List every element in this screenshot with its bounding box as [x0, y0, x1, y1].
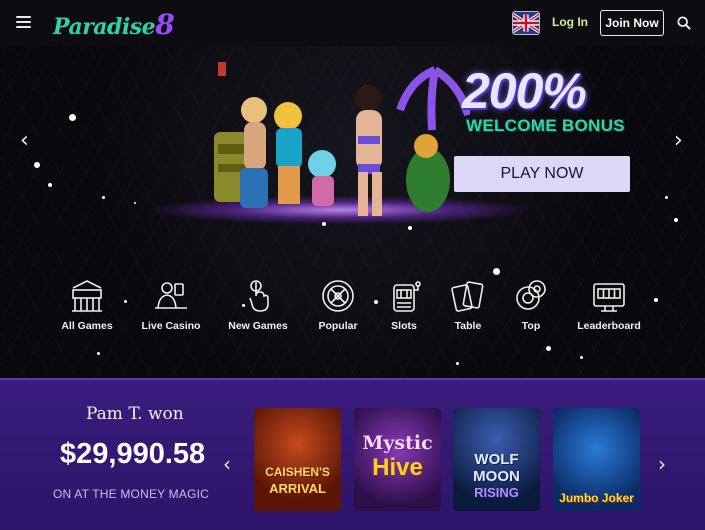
star-dot — [674, 218, 678, 222]
winner-amount: $29,990.58 — [60, 438, 206, 470]
category-label: New Games — [228, 320, 288, 332]
category-nav: All Games Live Casino New Games Popular … — [0, 278, 705, 338]
search-icon[interactable] — [677, 16, 691, 30]
top-header: Paradise8 Log In Join Now — [0, 0, 705, 46]
star-dot — [580, 356, 583, 359]
category-all-games[interactable]: All Games — [47, 278, 127, 332]
game-title-line: Hive — [372, 454, 423, 481]
recent-winners-strip: Pam T. won $29,990.58 ON AT THE MONEY MA… — [0, 378, 705, 530]
winner-game-name: ON AT THE MONEY MAGIC — [53, 487, 210, 501]
category-label: All Games — [61, 320, 113, 332]
games-next-arrow-icon[interactable]: › — [658, 454, 666, 474]
category-new-games[interactable]: New Games — [218, 278, 298, 332]
logo-suffix: 8 — [155, 8, 175, 41]
star-dot — [493, 268, 500, 275]
hamburger-menu-icon[interactable] — [16, 16, 31, 28]
category-label: Slots — [391, 320, 417, 332]
game-tile-wolf-moon-rising[interactable]: WOLF MOON RISING — [453, 408, 540, 511]
star-dot — [69, 114, 76, 121]
game-title-line: MOON — [473, 468, 520, 485]
play-now-button[interactable]: PLAY NOW — [454, 156, 630, 192]
game-tile-mystic-hive[interactable]: Mystic Hive — [354, 408, 441, 511]
category-label: Leaderboard — [577, 320, 641, 332]
game-title-line: RISING — [474, 485, 519, 500]
hero-prev-arrow-icon[interactable]: ‹ — [20, 130, 29, 152]
scoreboard-icon — [593, 283, 625, 312]
star-dot — [97, 352, 100, 355]
mascot-characters-illustration — [214, 62, 470, 216]
star-dot — [546, 346, 551, 351]
star-dot — [665, 196, 668, 199]
game-title-line: CAISHEN'S — [265, 465, 330, 479]
category-label: Live Casino — [141, 320, 201, 332]
star-dot — [456, 362, 459, 365]
star-dot — [322, 222, 326, 226]
star-dot — [408, 226, 412, 230]
bonus-percent: 200% — [462, 63, 587, 119]
login-link[interactable]: Log In — [552, 15, 588, 29]
games-prev-arrow-icon[interactable]: ‹ — [223, 454, 231, 474]
roulette-icon — [322, 280, 354, 312]
category-leaderboard[interactable]: Leaderboard — [569, 278, 649, 332]
category-label: Table — [454, 320, 482, 332]
uk-flag-icon[interactable] — [512, 11, 540, 35]
category-label: Top — [521, 320, 541, 332]
game-tile-caishens-arrival[interactable]: CAISHEN'S ARRIVAL — [254, 408, 341, 511]
game-title-line: Mystic — [362, 432, 433, 454]
pointing-hand-icon — [249, 280, 269, 312]
category-live-casino[interactable]: Live Casino — [131, 278, 211, 332]
playing-cards-icon — [451, 281, 484, 312]
logo-text: Paradise — [53, 14, 156, 40]
game-title-line: WOLF — [474, 451, 519, 468]
chips-icon — [516, 280, 546, 310]
star-dot — [34, 162, 40, 168]
dealer-icon — [155, 282, 187, 309]
winner-name: Pam T. won — [86, 404, 184, 424]
star-dot — [134, 202, 136, 204]
game-tile-jumbo-joker[interactable]: Jumbo Joker — [553, 408, 640, 511]
join-now-button[interactable]: Join Now — [600, 10, 664, 36]
bonus-text: WELCOME BONUS — [466, 116, 625, 135]
hero-banner: ‹ › 200% WELCOME BONUS PLAY NOW All Game… — [0, 46, 705, 401]
paradise8-logo[interactable]: Paradise8 — [53, 8, 175, 41]
hero-next-arrow-icon[interactable]: › — [674, 130, 683, 152]
slot-machine-icon — [393, 281, 421, 312]
game-title-line: ARRIVAL — [269, 481, 326, 496]
star-dot — [102, 196, 105, 199]
star-dot — [48, 183, 52, 187]
casino-building-icon — [72, 280, 102, 312]
game-title-line: Jumbo Joker — [559, 491, 634, 505]
category-label: Popular — [318, 320, 358, 332]
category-top[interactable]: Top — [491, 278, 571, 332]
